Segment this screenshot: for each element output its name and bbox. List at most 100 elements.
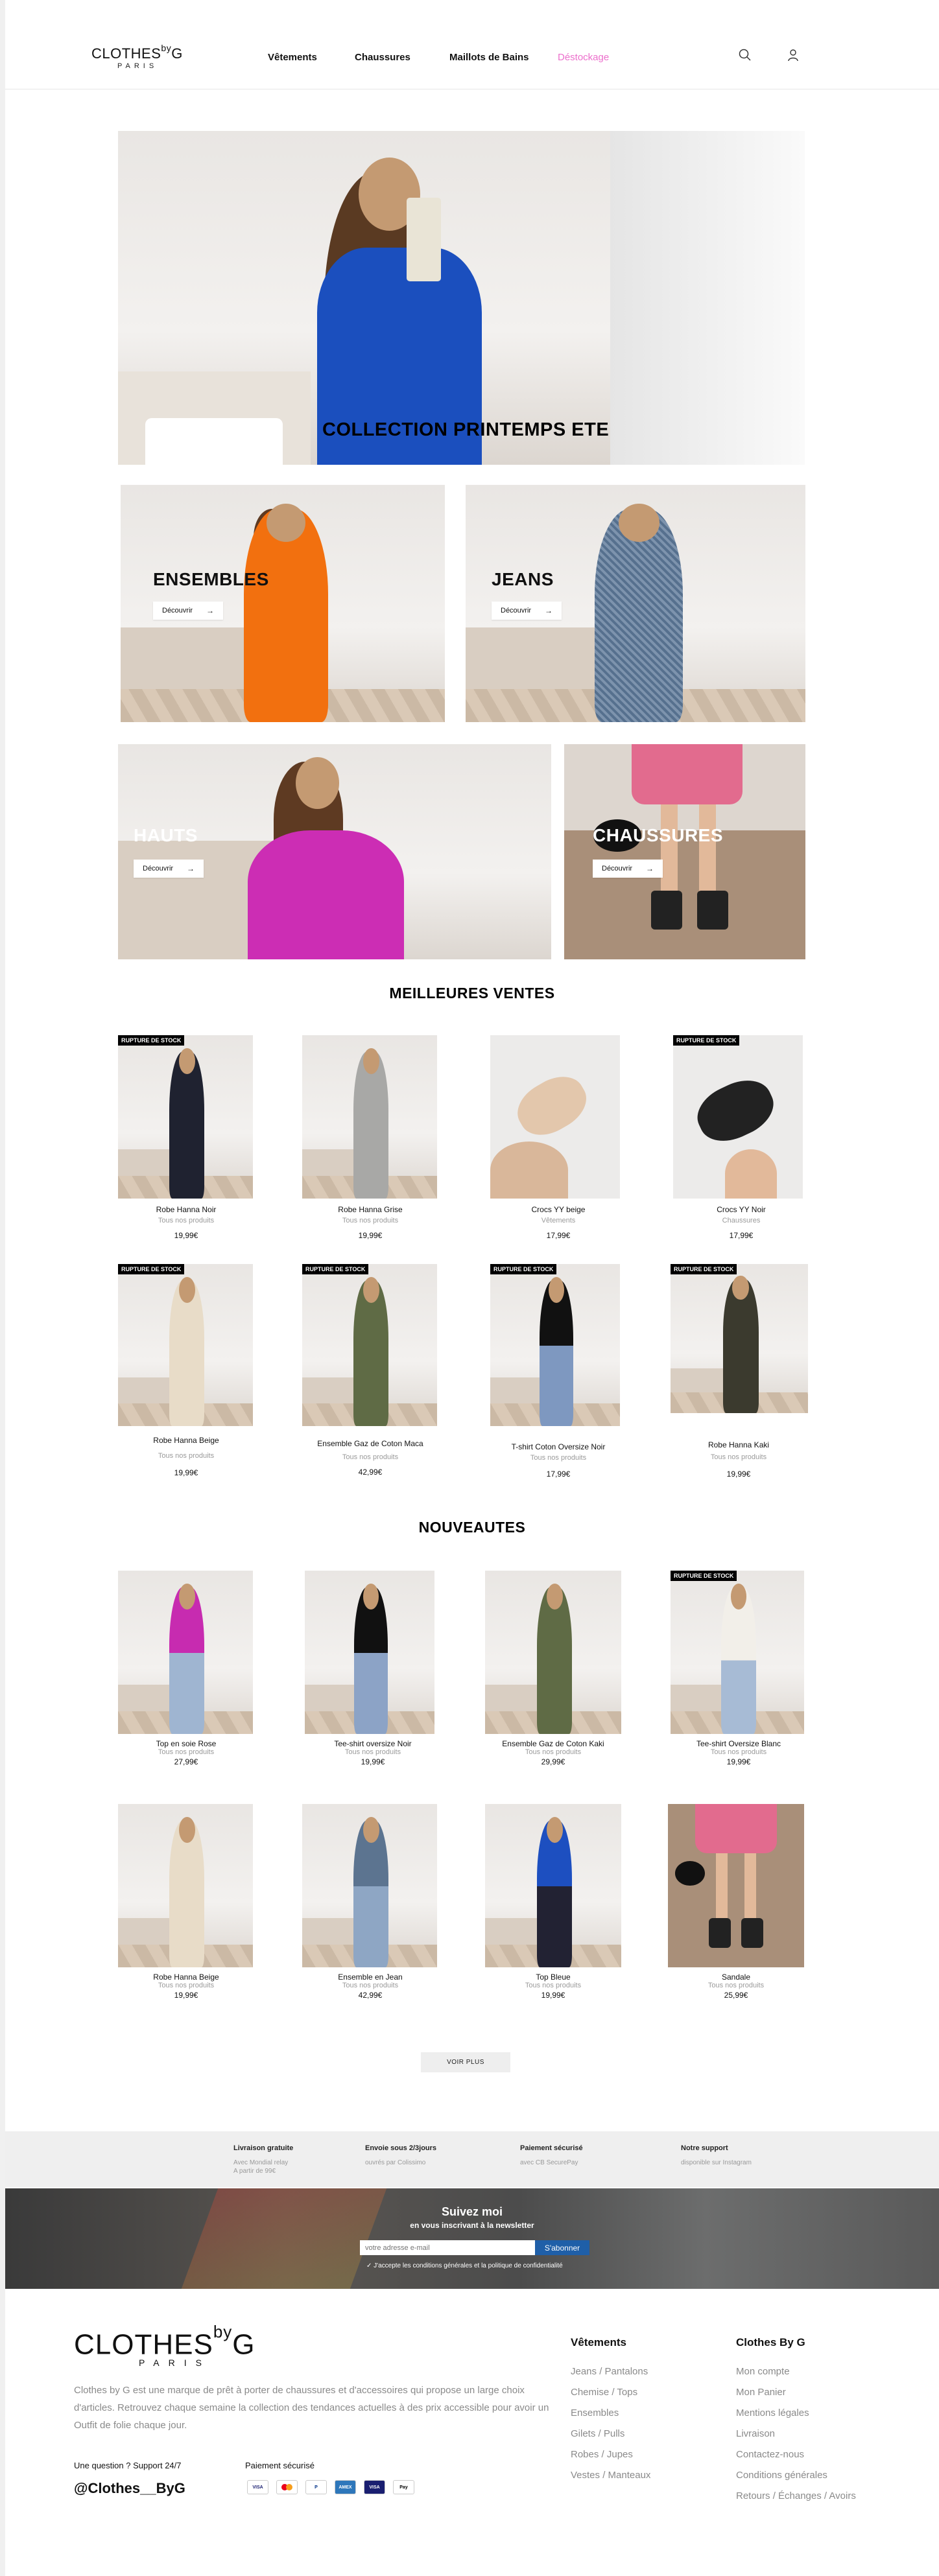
footer-link[interactable]: Gilets / Pulls bbox=[571, 2428, 624, 2439]
product-image[interactable] bbox=[485, 1804, 621, 1967]
feature-dispatch: Envoie sous 2/3jours ouvrés par Colissim… bbox=[365, 2144, 437, 2166]
footer-link[interactable]: Jeans / Pantalons bbox=[571, 2366, 648, 2377]
product-image[interactable] bbox=[305, 1571, 434, 1734]
product-image[interactable] bbox=[671, 1571, 804, 1734]
product-name[interactable]: Robe Hanna Noir bbox=[118, 1205, 254, 1214]
product-image[interactable] bbox=[668, 1804, 804, 1967]
product-name[interactable]: Ensemble Gaz de Coton Maca bbox=[302, 1439, 438, 1448]
newsletter-title: Suivez moi bbox=[441, 2205, 503, 2218]
footer-description: Clothes by G est une marque de prêt à po… bbox=[74, 2385, 549, 2431]
footer-link[interactable]: Mon compte bbox=[736, 2366, 790, 2377]
product-price: 42,99€ bbox=[358, 1991, 383, 2000]
product-image[interactable] bbox=[118, 1264, 253, 1426]
product-name[interactable]: Crocs YY Noir bbox=[673, 1205, 809, 1214]
product-price: 19,99€ bbox=[726, 1469, 751, 1479]
category-jeans[interactable]: JEANS Découvrir → bbox=[466, 485, 805, 722]
subscribe-button[interactable]: S'abonner bbox=[535, 2240, 589, 2255]
product-name[interactable]: Robe Hanna Beige bbox=[118, 1973, 254, 1982]
product-image[interactable] bbox=[118, 1571, 253, 1734]
category-title: ENSEMBLES bbox=[153, 569, 269, 589]
product-image[interactable] bbox=[673, 1035, 803, 1199]
feature-shipping: Livraison gratuite Avec Mondial relay A p… bbox=[233, 2144, 294, 2175]
footer-link[interactable]: Robes / Jupes bbox=[571, 2449, 633, 2460]
section-title-bestsellers: MEILLEURES VENTES bbox=[389, 985, 555, 1001]
category-ensembles[interactable]: ENSEMBLES Découvrir → bbox=[121, 485, 445, 722]
product-image[interactable] bbox=[485, 1571, 621, 1734]
account-icon[interactable] bbox=[786, 48, 800, 62]
product-price: 25,99€ bbox=[724, 1991, 748, 2000]
footer-link[interactable]: Mon Panier bbox=[736, 2387, 786, 2398]
payment-cards: VISA P AMEX VISA Pay bbox=[247, 2480, 414, 2494]
footer-link[interactable]: Ensembles bbox=[571, 2407, 619, 2418]
product-name[interactable]: Top en soie Rose bbox=[118, 1739, 254, 1748]
arrow-right-icon: → bbox=[187, 864, 195, 873]
nav-maillots[interactable]: Maillots de Bains bbox=[449, 52, 529, 63]
product-image[interactable] bbox=[302, 1264, 437, 1426]
nav-vetements[interactable]: Vêtements bbox=[268, 52, 317, 63]
product-category: Vêtements bbox=[541, 1217, 576, 1224]
site-header: CLOTHESbyG PARIS Vêtements Chaussures Ma… bbox=[5, 0, 939, 89]
footer-link[interactable]: Mentions légales bbox=[736, 2407, 809, 2418]
footer-link[interactable]: Livraison bbox=[736, 2428, 775, 2439]
out-of-stock-badge: RUPTURE DE STOCK bbox=[671, 1264, 737, 1274]
discover-button[interactable]: Découvrir → bbox=[492, 602, 562, 620]
newsletter-email-input[interactable] bbox=[360, 2240, 535, 2255]
nav-chaussures[interactable]: Chaussures bbox=[355, 52, 410, 63]
category-chaussures[interactable]: CHAUSSURES Découvrir → bbox=[564, 744, 805, 959]
product-name[interactable]: Tee-shirt Oversize Blanc bbox=[671, 1739, 807, 1748]
product-image[interactable] bbox=[118, 1804, 253, 1967]
discover-button[interactable]: Découvrir → bbox=[134, 860, 204, 878]
product-name[interactable]: Robe Hanna Beige bbox=[118, 1436, 254, 1445]
instagram-handle[interactable]: @Clothes__ByG bbox=[74, 2480, 185, 2497]
product-name[interactable]: Robe Hanna Grise bbox=[302, 1205, 438, 1214]
product-category: Tous nos produits bbox=[158, 1452, 215, 1460]
search-icon[interactable] bbox=[738, 48, 752, 62]
product-category: Tous nos produits bbox=[158, 1748, 215, 1756]
category-title: JEANS bbox=[492, 569, 554, 589]
product-image[interactable] bbox=[490, 1264, 620, 1426]
out-of-stock-badge: RUPTURE DE STOCK bbox=[118, 1035, 185, 1046]
product-price: 19,99€ bbox=[358, 1231, 383, 1240]
footer-link[interactable]: Contactez-nous bbox=[736, 2449, 804, 2460]
consent-checkbox[interactable]: ✓ J'accepte les conditions générales et … bbox=[366, 2262, 563, 2269]
product-price: 17,99€ bbox=[546, 1231, 571, 1240]
footer-col-brand-title: Clothes By G bbox=[736, 2336, 805, 2348]
apple-pay-icon: Pay bbox=[393, 2480, 414, 2494]
footer-link[interactable]: Retours / Échanges / Avoirs bbox=[736, 2490, 856, 2501]
out-of-stock-badge: RUPTURE DE STOCK bbox=[490, 1264, 557, 1274]
see-more-button[interactable]: VOIR PLUS bbox=[421, 2052, 510, 2072]
product-name[interactable]: Ensemble Gaz de Coton Kaki bbox=[485, 1739, 621, 1748]
discover-button[interactable]: Découvrir → bbox=[593, 860, 663, 878]
product-name[interactable]: Crocs YY beige bbox=[490, 1205, 626, 1214]
product-name[interactable]: Tee-shirt oversize Noir bbox=[305, 1739, 441, 1748]
product-name[interactable]: Top Bleue bbox=[485, 1973, 621, 1982]
product-image[interactable] bbox=[302, 1035, 437, 1199]
product-image[interactable] bbox=[302, 1804, 437, 1967]
product-category: Tous nos produits bbox=[710, 1748, 767, 1756]
product-name[interactable]: T-shirt Coton Oversize Noir bbox=[490, 1442, 626, 1451]
product-name[interactable]: Sandale bbox=[668, 1973, 804, 1982]
discover-button[interactable]: Découvrir → bbox=[153, 602, 223, 620]
footer-link[interactable]: Vestes / Manteaux bbox=[571, 2470, 650, 2481]
features-bar: Livraison gratuite Avec Mondial relay A p… bbox=[5, 2131, 939, 2187]
site-logo[interactable]: CLOTHESbyG PARIS bbox=[91, 43, 182, 70]
product-price: 42,99€ bbox=[358, 1468, 383, 1477]
product-image[interactable] bbox=[671, 1264, 808, 1413]
out-of-stock-badge: RUPTURE DE STOCK bbox=[673, 1035, 740, 1046]
nav-destockage[interactable]: Déstockage bbox=[558, 52, 609, 63]
product-price: 19,99€ bbox=[361, 1757, 385, 1766]
product-name[interactable]: Ensemble en Jean bbox=[302, 1973, 438, 1982]
footer-link[interactable]: Conditions générales bbox=[736, 2470, 827, 2481]
hero-banner[interactable]: COLLECTION PRINTEMPS ETE bbox=[118, 131, 805, 465]
newsletter-subtitle: en vous inscrivant à la newsletter bbox=[410, 2221, 534, 2230]
product-image[interactable] bbox=[118, 1035, 253, 1199]
category-hauts[interactable]: HAUTS Découvrir → bbox=[118, 744, 551, 959]
footer-logo[interactable]: CLOTHESbyG PARIS bbox=[74, 2322, 256, 2368]
product-name[interactable]: Robe Hanna Kaki bbox=[671, 1440, 807, 1449]
product-category: Tous nos produits bbox=[342, 1982, 399, 1989]
product-category: Tous nos produits bbox=[710, 1453, 767, 1461]
footer-link[interactable]: Chemise / Tops bbox=[571, 2387, 637, 2398]
product-image[interactable] bbox=[490, 1035, 620, 1199]
product-price: 19,99€ bbox=[174, 1231, 198, 1240]
arrow-right-icon: → bbox=[206, 606, 214, 615]
